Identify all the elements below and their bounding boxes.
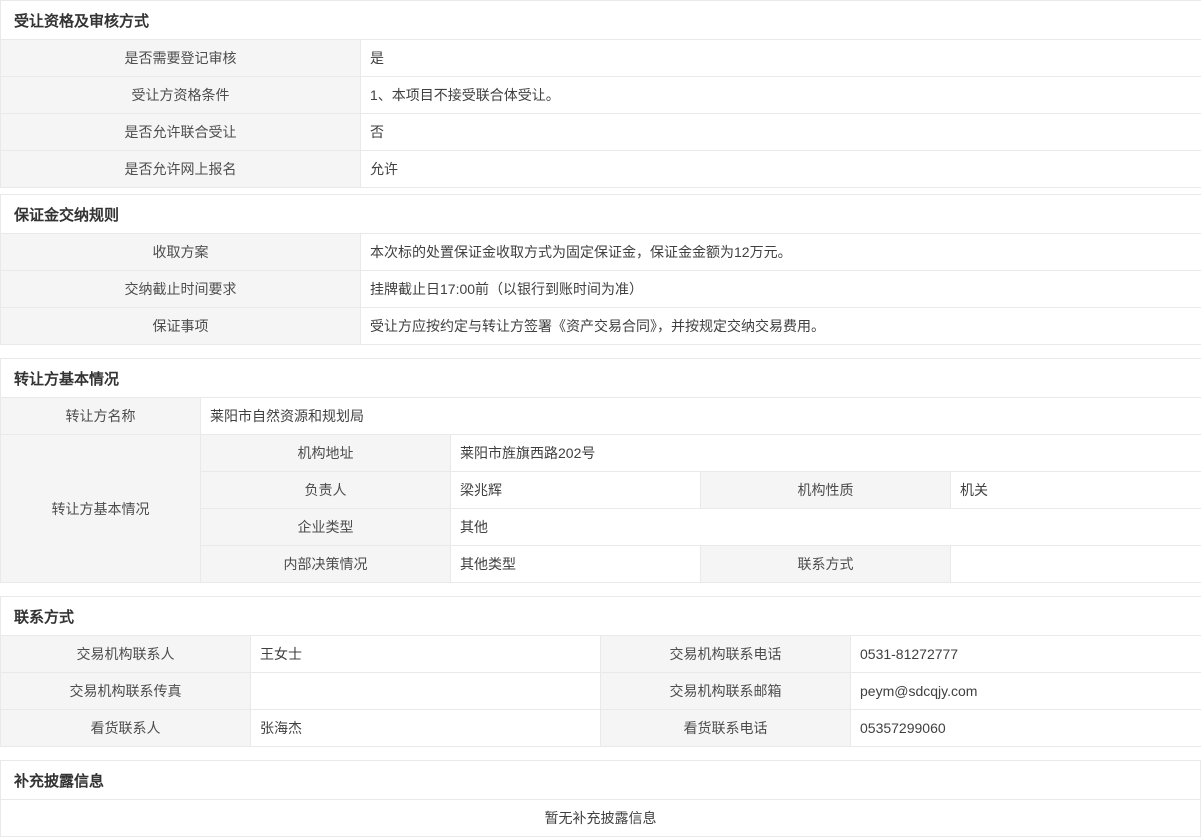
field-label: 是否允许联合受让: [1, 114, 361, 151]
field-value: 05357299060: [851, 710, 1201, 747]
section-header: 受让资格及审核方式: [1, 1, 1201, 40]
field-label: 是否需要登记审核: [1, 40, 361, 77]
field-label: 企业类型: [201, 509, 451, 546]
table-row: 是否需要登记审核 是: [1, 40, 1201, 77]
section-header: 联系方式: [1, 597, 1201, 636]
section-deposit-rules: 保证金交纳规则 收取方案 本次标的处置保证金收取方式为固定保证金，保证金金额为1…: [0, 194, 1201, 345]
field-value: 机关: [951, 472, 1201, 509]
field-label: 机构地址: [201, 435, 451, 472]
group-label: 转让方基本情况: [1, 435, 201, 583]
section-title: 受让资格及审核方式: [1, 1, 1201, 40]
section-header: 保证金交纳规则: [1, 195, 1201, 234]
field-label: 转让方名称: [1, 398, 201, 435]
field-label: 联系方式: [701, 546, 951, 583]
field-value: 莱阳市自然资源和规划局: [201, 398, 1201, 435]
section-title: 联系方式: [1, 597, 1201, 636]
field-value: 挂牌截止日17:00前（以银行到账时间为准）: [361, 271, 1201, 308]
field-value: 否: [361, 114, 1201, 151]
empty-disclosure-text: 暂无补充披露信息: [1, 800, 1201, 837]
field-value: 梁兆辉: [451, 472, 701, 509]
field-value: 1、本项目不接受联合体受让。: [361, 77, 1201, 114]
table-row: 交纳截止时间要求 挂牌截止日17:00前（以银行到账时间为准）: [1, 271, 1201, 308]
field-value: peym@sdcqjy.com: [851, 673, 1201, 710]
field-label: 收取方案: [1, 234, 361, 271]
field-value: 是: [361, 40, 1201, 77]
table-row: 交易机构联系传真 交易机构联系邮箱 peym@sdcqjy.com: [1, 673, 1201, 710]
table-row: 转让方基本情况 机构地址 莱阳市旌旗西路202号: [1, 435, 1201, 472]
table-row: 是否允许网上报名 允许: [1, 151, 1201, 188]
field-value: 0531-81272777: [851, 636, 1201, 673]
table-row: 暂无补充披露信息: [1, 800, 1201, 837]
field-label: 负责人: [201, 472, 451, 509]
field-label: 交易机构联系人: [1, 636, 251, 673]
listing-detail-page: 受让资格及审核方式 是否需要登记审核 是 受让方资格条件 1、本项目不接受联合体…: [0, 0, 1201, 837]
table-row: 保证事项 受让方应按约定与转让方签署《资产交易合同》，并按规定交纳交易费用。: [1, 308, 1201, 345]
field-value: [951, 546, 1201, 583]
table-row: 收取方案 本次标的处置保证金收取方式为固定保证金，保证金金额为12万元。: [1, 234, 1201, 271]
section-title: 转让方基本情况: [1, 359, 1201, 398]
field-label: 看货联系人: [1, 710, 251, 747]
field-value: 受让方应按约定与转让方签署《资产交易合同》，并按规定交纳交易费用。: [361, 308, 1201, 345]
table-row: 看货联系人 张海杰 看货联系电话 05357299060: [1, 710, 1201, 747]
section-title: 补充披露信息: [1, 761, 1201, 800]
field-value: 莱阳市旌旗西路202号: [451, 435, 1201, 472]
field-value: 其他: [451, 509, 1201, 546]
section-title: 保证金交纳规则: [1, 195, 1201, 234]
table-row: 是否允许联合受让 否: [1, 114, 1201, 151]
field-label: 交易机构联系传真: [1, 673, 251, 710]
section-contact-info: 联系方式 交易机构联系人 王女士 交易机构联系电话 0531-81272777 …: [0, 596, 1201, 747]
table-row: 转让方名称 莱阳市自然资源和规划局: [1, 398, 1201, 435]
field-value: 其他类型: [451, 546, 701, 583]
field-label: 交纳截止时间要求: [1, 271, 361, 308]
section-supplementary-disclosure: 补充披露信息 暂无补充披露信息: [0, 760, 1201, 837]
field-value: [251, 673, 601, 710]
section-transferor-info: 转让方基本情况 转让方名称 莱阳市自然资源和规划局 转让方基本情况 机构地址 莱…: [0, 358, 1201, 583]
field-value: 本次标的处置保证金收取方式为固定保证金，保证金金额为12万元。: [361, 234, 1201, 271]
field-value: 张海杰: [251, 710, 601, 747]
section-header: 转让方基本情况: [1, 359, 1201, 398]
section-qualification: 受让资格及审核方式 是否需要登记审核 是 受让方资格条件 1、本项目不接受联合体…: [0, 0, 1201, 188]
field-label: 机构性质: [701, 472, 951, 509]
field-label: 看货联系电话: [601, 710, 851, 747]
field-value: 王女士: [251, 636, 601, 673]
section-header: 补充披露信息: [1, 761, 1201, 800]
field-label: 受让方资格条件: [1, 77, 361, 114]
field-label: 交易机构联系邮箱: [601, 673, 851, 710]
field-value: 允许: [361, 151, 1201, 188]
table-row: 受让方资格条件 1、本项目不接受联合体受让。: [1, 77, 1201, 114]
field-label: 是否允许网上报名: [1, 151, 361, 188]
field-label: 内部决策情况: [201, 546, 451, 583]
table-row: 交易机构联系人 王女士 交易机构联系电话 0531-81272777: [1, 636, 1201, 673]
field-label: 保证事项: [1, 308, 361, 345]
field-label: 交易机构联系电话: [601, 636, 851, 673]
